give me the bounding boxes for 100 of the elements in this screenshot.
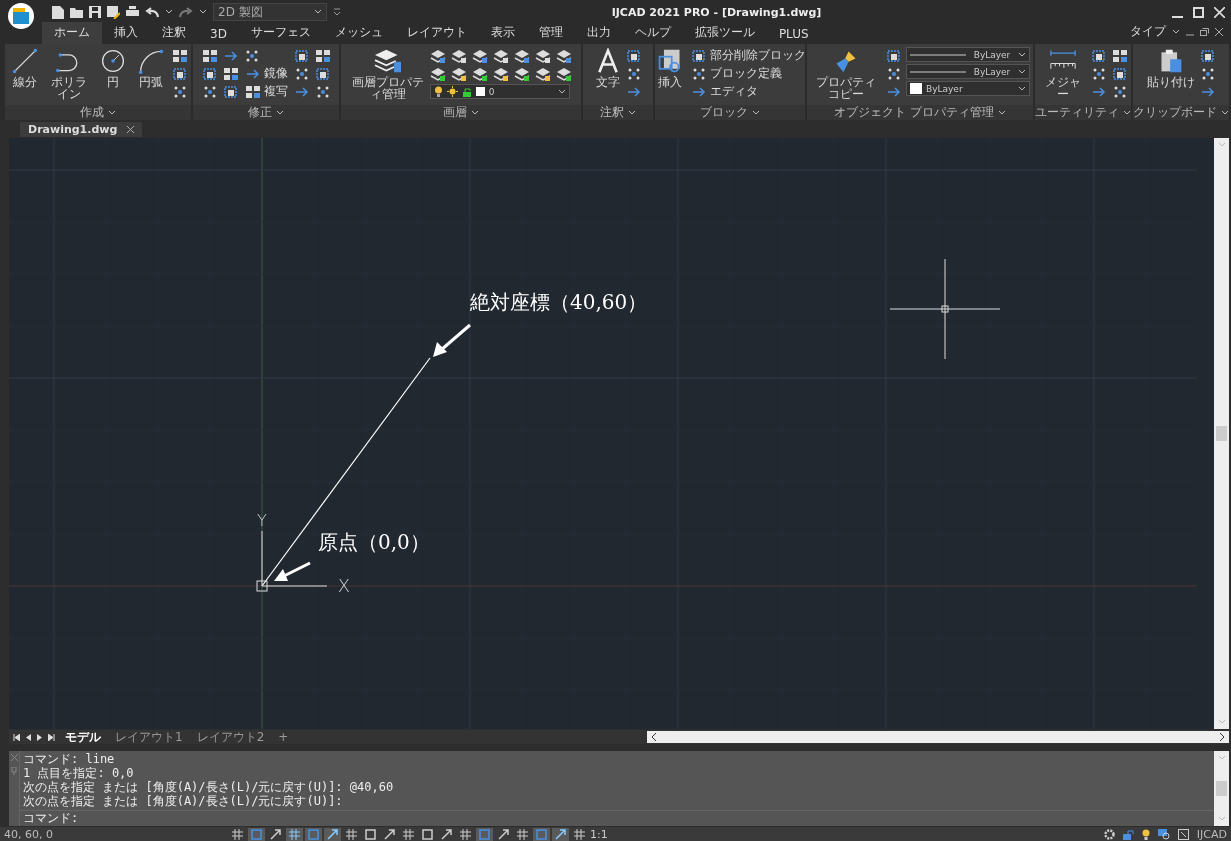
layers-icon[interactable] bbox=[492, 66, 509, 81]
layers-icon[interactable] bbox=[555, 48, 572, 63]
status-toggle[interactable] bbox=[248, 827, 265, 841]
status-toggle[interactable] bbox=[571, 827, 588, 841]
layers-icon[interactable] bbox=[534, 48, 551, 63]
panel-title[interactable]: オブジェクト プロパティ管理 bbox=[807, 105, 1033, 120]
close-icon[interactable] bbox=[127, 126, 135, 133]
vertical-scrollbar[interactable] bbox=[1214, 751, 1229, 826]
panel-title[interactable]: ブロック bbox=[655, 105, 805, 120]
type-menu[interactable]: タイプ bbox=[1130, 23, 1166, 40]
ribbon-tab[interactable]: ホーム bbox=[42, 22, 102, 44]
caret-icon[interactable] bbox=[165, 9, 173, 15]
tool-button[interactable]: 貼り付け bbox=[1146, 47, 1196, 89]
layers-icon[interactable] bbox=[534, 66, 551, 81]
arrow-icon[interactable] bbox=[1091, 84, 1107, 99]
status-toggle[interactable] bbox=[343, 827, 360, 841]
tool-button[interactable]: プロパティコピー bbox=[810, 47, 882, 101]
scrollbar-thumb[interactable] bbox=[1216, 781, 1227, 796]
arrow-icon[interactable] bbox=[886, 84, 902, 99]
status-toggle[interactable] bbox=[305, 827, 322, 841]
layers-icon[interactable] bbox=[450, 48, 467, 63]
dots-icon[interactable] bbox=[626, 66, 642, 81]
status-toggle[interactable] bbox=[400, 827, 417, 841]
new-file-icon[interactable] bbox=[52, 5, 64, 19]
undo-icon[interactable] bbox=[145, 6, 159, 18]
tool-button[interactable]: 挿入 bbox=[655, 47, 686, 89]
tool-button[interactable]: ポリライン bbox=[46, 47, 92, 101]
ribbon-tab[interactable]: 管理 bbox=[526, 22, 575, 44]
layers-icon[interactable] bbox=[471, 48, 488, 63]
square-icon[interactable] bbox=[886, 48, 902, 63]
dots-icon[interactable] bbox=[1200, 66, 1216, 81]
grid-icon[interactable] bbox=[244, 84, 261, 99]
dots-icon[interactable] bbox=[172, 84, 188, 99]
ribbon-tab[interactable]: メッシュ bbox=[322, 22, 395, 44]
grid-icon[interactable] bbox=[1112, 48, 1128, 63]
arrow-icon[interactable] bbox=[293, 84, 310, 99]
annotation-scale[interactable]: 1:1 bbox=[590, 828, 608, 841]
square-icon[interactable] bbox=[222, 84, 239, 99]
customize-icon[interactable] bbox=[333, 8, 341, 16]
fullscreen-icon[interactable] bbox=[1177, 829, 1189, 840]
close-icon[interactable] bbox=[1215, 27, 1223, 36]
restore-icon[interactable] bbox=[1200, 27, 1209, 36]
lock-icon[interactable] bbox=[1122, 829, 1134, 840]
ribbon-tab[interactable]: 拡張ツール bbox=[682, 22, 767, 44]
tool-button[interactable]: 部分削除ブロック bbox=[689, 47, 805, 64]
tool-button[interactable]: 複写 bbox=[243, 83, 289, 100]
dots-icon[interactable] bbox=[1091, 66, 1107, 81]
ribbon-tab[interactable]: サーフェス bbox=[238, 22, 323, 44]
arrow-icon[interactable] bbox=[690, 84, 707, 99]
redo-icon[interactable] bbox=[179, 6, 193, 18]
square-icon[interactable] bbox=[1112, 66, 1128, 81]
maximize-icon[interactable] bbox=[1193, 6, 1204, 18]
first-icon[interactable] bbox=[13, 733, 20, 741]
ribbon-tab[interactable]: 注釈 bbox=[150, 22, 198, 44]
arrow-icon[interactable] bbox=[244, 66, 261, 81]
ribbon-tab[interactable]: 3D bbox=[198, 25, 239, 44]
arrow-icon[interactable] bbox=[1200, 84, 1216, 99]
dropdown-field[interactable]: ByLayer bbox=[906, 47, 1030, 62]
vertical-scrollbar[interactable] bbox=[1214, 138, 1229, 729]
ribbon-tab[interactable]: PLUS bbox=[766, 25, 821, 44]
text-tool-icon[interactable] bbox=[595, 48, 621, 74]
layout-tab[interactable]: モデル bbox=[61, 730, 105, 744]
save-as-icon[interactable] bbox=[107, 5, 120, 19]
tool-button[interactable]: メジャー bbox=[1038, 47, 1087, 101]
app-logo[interactable] bbox=[8, 3, 34, 29]
layers-icon[interactable] bbox=[471, 66, 488, 81]
horizontal-scrollbar[interactable] bbox=[647, 731, 1229, 743]
layers-icon[interactable] bbox=[429, 66, 446, 81]
status-toggle[interactable] bbox=[457, 827, 474, 841]
layout-tab[interactable]: レイアウト1 bbox=[111, 730, 187, 744]
last-icon[interactable] bbox=[48, 733, 55, 741]
status-toggle[interactable] bbox=[229, 827, 246, 841]
status-toggle[interactable] bbox=[514, 827, 531, 841]
monitor-icon[interactable] bbox=[1157, 829, 1170, 840]
gear-icon[interactable] bbox=[1103, 829, 1115, 840]
square-icon[interactable] bbox=[1091, 48, 1107, 63]
prev-icon[interactable] bbox=[26, 733, 31, 741]
save-icon[interactable] bbox=[89, 6, 101, 18]
next-icon[interactable] bbox=[37, 733, 42, 741]
ribbon-tab[interactable]: レイアウト bbox=[394, 22, 479, 44]
ribbon-tab[interactable]: ヘルプ bbox=[622, 22, 683, 44]
square-icon[interactable] bbox=[690, 48, 707, 63]
square-icon[interactable] bbox=[172, 66, 188, 81]
layers-icon[interactable] bbox=[429, 48, 446, 63]
layout-tab[interactable]: レイアウト2 bbox=[192, 730, 269, 744]
layers-icon[interactable] bbox=[513, 48, 530, 63]
ribbon-tab[interactable]: 出力 bbox=[574, 22, 623, 44]
caret-icon[interactable] bbox=[199, 9, 207, 15]
square-icon[interactable] bbox=[201, 66, 218, 81]
tool-button[interactable]: エディタ bbox=[689, 83, 805, 100]
tool-button[interactable]: 線分 bbox=[8, 47, 42, 89]
panel-title[interactable]: 画層 bbox=[341, 105, 581, 120]
folder-icon[interactable] bbox=[70, 6, 83, 18]
tool-button[interactable]: ブロック定義 bbox=[689, 65, 805, 82]
dropdown-field[interactable]: ByLayer bbox=[906, 64, 1030, 79]
grid-icon[interactable] bbox=[222, 66, 239, 81]
panel-title[interactable]: 作成 bbox=[5, 105, 191, 120]
square-icon[interactable] bbox=[293, 48, 310, 63]
layout-tab[interactable]: + bbox=[274, 730, 293, 744]
layers-icon[interactable] bbox=[450, 66, 467, 81]
